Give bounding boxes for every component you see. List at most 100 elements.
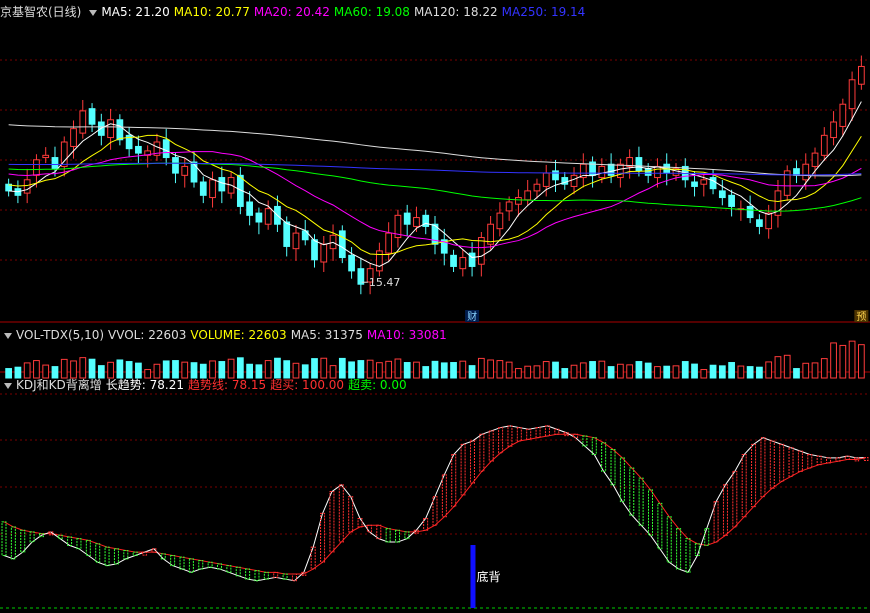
kdj-block [676, 528, 682, 570]
candle-body [107, 119, 114, 139]
volume-bar [5, 368, 13, 379]
candle-body [857, 65, 865, 85]
volume-bar [14, 366, 22, 379]
candle-body [570, 174, 578, 187]
kdj-block [451, 454, 457, 508]
volume-bar [774, 356, 782, 379]
kdj-block [516, 427, 522, 442]
volume-bar [515, 368, 522, 379]
volume-bar [524, 365, 532, 379]
volume-bar [33, 360, 40, 379]
candle-body [190, 161, 198, 183]
kdj-block [179, 556, 185, 570]
candle-body [533, 183, 541, 192]
kdj-block [769, 440, 775, 489]
volume-bar [700, 369, 708, 379]
volume-bar [579, 362, 587, 379]
candle-body [793, 168, 800, 176]
volume-bar [292, 362, 300, 379]
volume-bar [135, 362, 142, 379]
candle-body [162, 139, 170, 159]
kdj-block [95, 543, 101, 563]
kdj-block [113, 548, 119, 565]
candlestick-series [5, 55, 865, 295]
volume-bar [691, 363, 698, 379]
volume-bar [413, 361, 420, 379]
volume-bar [227, 358, 235, 379]
volume-bar [190, 362, 198, 379]
volume-bar [820, 358, 828, 379]
kdj-block [751, 443, 757, 508]
candle-body [292, 232, 300, 250]
volume-bar [793, 368, 800, 379]
volume-bar [246, 363, 253, 379]
candle-body [42, 154, 50, 159]
kdj-block [816, 455, 822, 466]
long-trend-line [3, 425, 867, 582]
volume-bar [97, 365, 105, 379]
volume-bar [366, 359, 374, 379]
volume-bar [376, 362, 383, 379]
candle-body [700, 179, 708, 185]
volume-bar [542, 361, 550, 379]
volume-bar [663, 365, 671, 379]
kdj-block [779, 443, 785, 482]
volume-bar [450, 362, 457, 379]
candle-body [450, 254, 457, 267]
volume-bar [60, 358, 68, 379]
volume-bar [181, 361, 189, 379]
kdj-block [441, 474, 447, 518]
candle-body [524, 190, 532, 201]
kdj-block [235, 566, 241, 577]
volume-bar [125, 361, 133, 379]
volume-bar [496, 360, 504, 379]
volume-bar [329, 365, 337, 379]
kdj-block [385, 528, 391, 543]
kdj-block [142, 551, 148, 556]
candle-body [218, 177, 226, 192]
volume-bar [107, 361, 114, 379]
kdj-block [666, 516, 672, 563]
volume-bar [857, 344, 865, 379]
volume-bar [162, 360, 170, 379]
candle-body [617, 163, 624, 179]
kdj-block [535, 427, 541, 439]
candle-body [756, 219, 763, 227]
kdj-block [338, 484, 344, 543]
volume-bar [144, 369, 152, 379]
volume-bar [172, 360, 179, 379]
kdj-block [648, 489, 653, 536]
kdj-block [741, 454, 747, 518]
volume-bar [552, 361, 559, 379]
volume-bar [348, 361, 355, 379]
stock-chart[interactable]: 15.47 财 预底背 [0, 0, 870, 613]
candle-body [264, 208, 272, 225]
candle-body [746, 205, 754, 219]
candle-body [468, 252, 476, 267]
candle-body [505, 201, 513, 212]
volume-bar [709, 364, 717, 379]
kdj-block [104, 546, 110, 567]
candle-body [209, 179, 216, 199]
volume-bar [607, 366, 615, 379]
volume-bar [385, 360, 393, 379]
volume-bar [468, 365, 476, 379]
kdj-block [320, 512, 326, 563]
candle-body [542, 172, 550, 187]
kdj-block [469, 440, 475, 484]
volume-bar [728, 362, 735, 379]
volume-bar [357, 360, 365, 379]
candle-body [320, 243, 328, 263]
candle-body [728, 194, 735, 207]
volume-bar [839, 344, 847, 379]
volume-bar [811, 362, 819, 379]
volume-bar [718, 365, 726, 379]
ma-line [8, 162, 862, 176]
volume-bar [598, 360, 606, 379]
candle-body [635, 157, 643, 172]
volume-bar [236, 357, 244, 379]
kdj-block [694, 543, 700, 557]
kdj-block [188, 558, 194, 573]
kdj-block [329, 491, 335, 553]
event-marker: 预 [856, 311, 866, 323]
